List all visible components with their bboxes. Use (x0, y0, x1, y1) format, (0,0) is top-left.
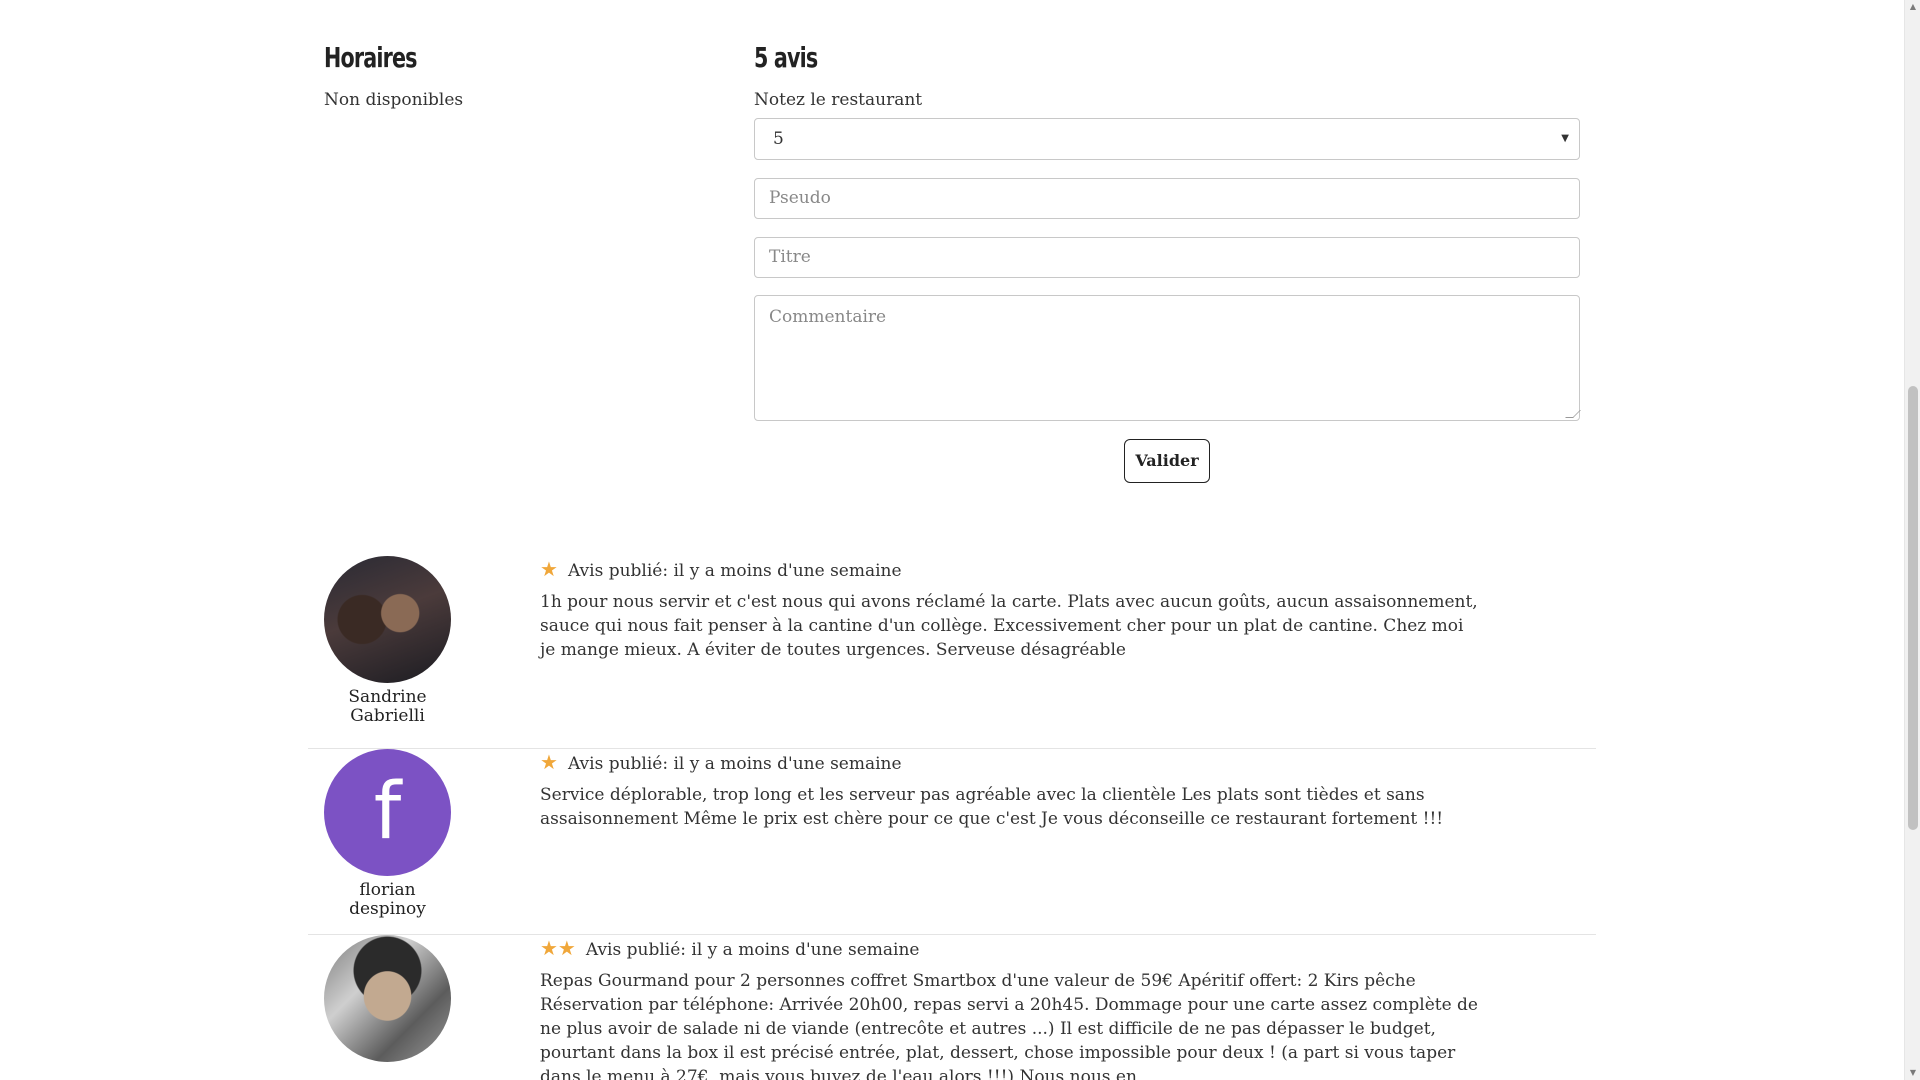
review-text: Service déplorable, trop long et les ser… (540, 785, 1444, 829)
reviews-list: Sandrine Gabrielli ★ Avis publié: il y a … (308, 556, 1596, 1080)
star-rating: ★ (540, 750, 560, 774)
pseudo-input[interactable]: Pseudo (754, 178, 1580, 219)
star-icon: ★★ (540, 936, 576, 960)
star-icon: ★ (540, 557, 558, 581)
review-text: 1h pour nous servir et c'est nous qui av… (540, 592, 1478, 660)
hours-title: Horaires (324, 41, 417, 74)
title-input[interactable]: Titre (754, 237, 1580, 278)
review-item: f florian despinoy ★ Avis publié: il y a … (308, 749, 1596, 935)
rating-select[interactable]: 5 ▼ (754, 118, 1580, 160)
submit-button[interactable]: Valider (1124, 439, 1210, 483)
star-icon: ★ (540, 750, 558, 774)
hours-section: Horaires Non disponibles (324, 38, 724, 110)
comment-placeholder: Commentaire (769, 307, 887, 327)
review-date: Avis publié: il y a moins d'une semaine (585, 940, 920, 960)
scroll-up-icon[interactable]: ▲ (1905, 0, 1920, 14)
review-content: ★ Avis publié: il y a moins d'une semaine… (540, 749, 1480, 831)
hours-value: Non disponibles (324, 90, 464, 110)
reviews-count-title: 5 avis (754, 41, 818, 74)
scrollbar-thumb[interactable] (1908, 386, 1918, 830)
review-content: ★ Avis publié: il y a moins d'une semaine… (540, 556, 1480, 662)
avatar (324, 935, 451, 1062)
chevron-down-icon: ▼ (1561, 133, 1569, 144)
reviewer-info (324, 935, 451, 1062)
review-meta: ★ Avis publié: il y a moins d'une semaine (540, 556, 1480, 582)
review-meta: ★★ Avis publié: il y a moins d'une semain… (540, 935, 1480, 961)
review-content: ★★ Avis publié: il y a moins d'une semain… (540, 935, 1480, 1080)
restaurant-page: Horaires Non disponibles 5 avis Notez le… (0, 0, 1904, 1080)
rating-select-value: 5 (773, 129, 784, 149)
resize-handle[interactable] (1565, 410, 1581, 418)
review-form-section: 5 avis Notez le restaurant 5 ▼ Pseudo Ti… (754, 38, 1581, 483)
reviewer-info: f florian despinoy (324, 749, 451, 919)
review-text: Repas Gourmand pour 2 personnes coffret … (540, 971, 1478, 1080)
reviewer-name: florian despinoy (349, 880, 426, 919)
review-item: ★★ Avis publié: il y a moins d'une semain… (308, 935, 1596, 1080)
star-rating: ★★ (540, 936, 578, 960)
comment-textarea[interactable]: Commentaire (754, 295, 1581, 421)
submit-wrapper: Valider (754, 439, 1580, 483)
review-date: Avis publié: il y a moins d'une semaine (567, 561, 902, 581)
review-date: Avis publié: il y a moins d'une semaine (567, 754, 902, 774)
star-rating: ★ (540, 557, 560, 581)
review-meta: ★ Avis publié: il y a moins d'une semaine (540, 749, 1480, 775)
avatar: f (324, 749, 451, 876)
reviewer-name: Sandrine Gabrielli (348, 687, 427, 726)
review-item: Sandrine Gabrielli ★ Avis publié: il y a … (308, 556, 1596, 749)
avatar (324, 556, 451, 683)
vertical-scrollbar[interactable]: ▲ ▼ (1904, 0, 1920, 1080)
reviewer-info: Sandrine Gabrielli (324, 556, 451, 726)
scroll-down-icon[interactable]: ▼ (1905, 1066, 1920, 1080)
rating-label: Notez le restaurant (754, 90, 923, 110)
